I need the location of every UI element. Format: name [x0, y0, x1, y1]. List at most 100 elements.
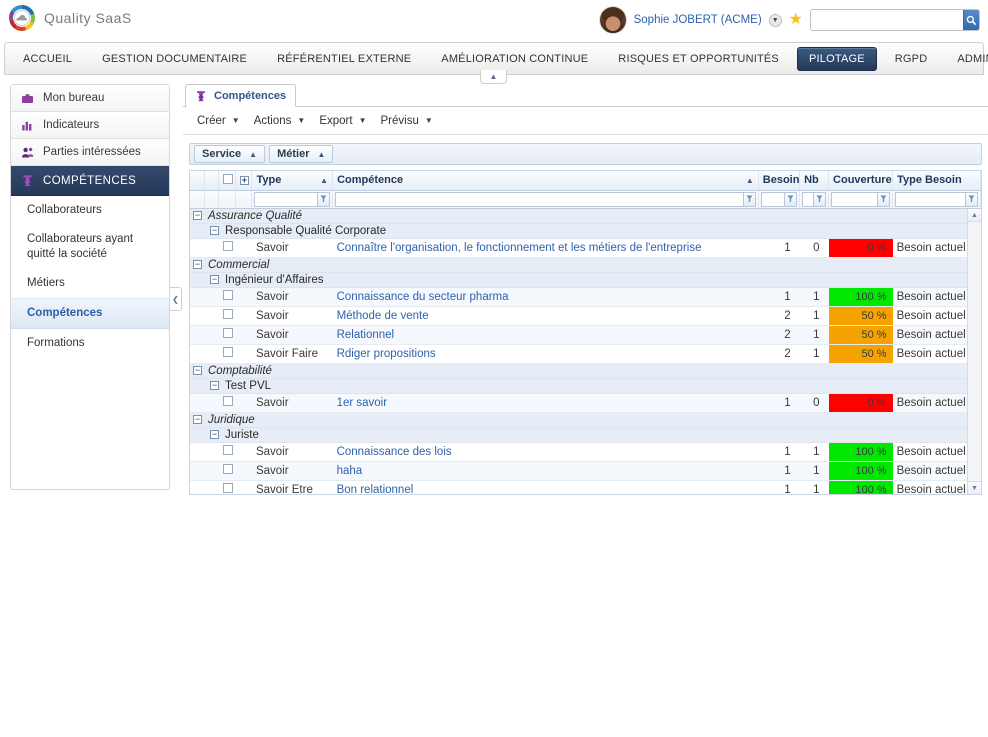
table-row[interactable]: Savoir Faire Rdiger propositions 2 1 50 % Bes…: [190, 344, 981, 364]
previsu-menu-button[interactable]: Prévisu ▼: [375, 112, 439, 130]
user-name[interactable]: Sophie JOBERT (ACME): [634, 14, 762, 26]
table-row[interactable]: Savoir Connaître l'organisation, le fonct…: [190, 238, 981, 258]
scroll-up-arrow-icon[interactable]: ▲: [968, 209, 981, 222]
collapse-group-icon[interactable]: −: [210, 381, 219, 390]
competence-link[interactable]: Bon relationnel: [337, 484, 414, 495]
checkbox-icon[interactable]: [222, 241, 233, 251]
table-row[interactable]: Savoir Etre Bon relationnel 1 1 100 % Besoin …: [190, 480, 981, 495]
competence-link[interactable]: Connaissance du secteur pharma: [337, 291, 509, 303]
row-select-cell[interactable]: [218, 238, 236, 258]
grid-group-row[interactable]: − Assurance Qualité: [190, 208, 981, 224]
collapse-group-icon[interactable]: −: [193, 260, 202, 269]
group-chip-service[interactable]: Service ▲: [194, 145, 266, 163]
row-select-cell[interactable]: [218, 306, 236, 326]
row-select-cell[interactable]: [218, 480, 236, 494]
checkbox-icon[interactable]: [222, 347, 233, 357]
checkbox-icon[interactable]: [222, 328, 233, 338]
nav-item-gestion-documentaire[interactable]: GESTION DOCUMENTAIRE: [90, 47, 259, 71]
chevron-down-icon[interactable]: ▼: [768, 13, 782, 27]
grid-header-couverture[interactable]: Couverture: [828, 171, 894, 191]
sidebar-item-collaborateurs[interactable]: Collaborateurs: [11, 196, 169, 225]
filter-funnel-icon[interactable]: [742, 191, 756, 207]
grid-header-type[interactable]: Type ▲: [251, 171, 334, 191]
grid-group-row[interactable]: − Test PVL: [190, 378, 981, 394]
filter-funnel-icon[interactable]: [877, 191, 891, 207]
sidebar-item-metiers[interactable]: Métiers: [11, 269, 169, 298]
sidebar-item-indicateurs[interactable]: Indicateurs: [11, 112, 169, 139]
checkbox-icon[interactable]: [222, 483, 233, 493]
brand[interactable]: Quality SaaS: [8, 4, 132, 32]
grid-group-row[interactable]: − Comptabilité: [190, 363, 981, 379]
filter-input-competence[interactable]: [335, 191, 743, 207]
grid-group-row[interactable]: − Juriste: [190, 427, 981, 443]
checkbox-icon[interactable]: [222, 445, 233, 455]
grid-group-row[interactable]: − Responsable Qualité Corporate: [190, 223, 981, 239]
filter-input-type[interactable]: [254, 191, 318, 207]
chevron-up-icon[interactable]: ▲: [480, 70, 507, 84]
grid-group-row[interactable]: − Commercial: [190, 257, 981, 273]
grid-header-nb[interactable]: Nb: [799, 171, 830, 191]
sidebar-item-formations[interactable]: Formations: [11, 329, 169, 358]
table-row[interactable]: Savoir Méthode de vente 2 1 50 % Besoin actue…: [190, 306, 981, 326]
competence-link[interactable]: Connaissance des lois: [337, 446, 452, 458]
avatar[interactable]: [598, 6, 627, 34]
competence-link[interactable]: Connaître l'organisation, le fonctionnem…: [337, 242, 702, 254]
filter-input-besoin[interactable]: [760, 191, 785, 207]
collapse-group-icon[interactable]: −: [193, 415, 202, 424]
filter-funnel-icon[interactable]: [965, 191, 978, 207]
grid-group-row[interactable]: − Ingénieur d'Affaires: [190, 272, 981, 288]
nav-item-amelioration-continue[interactable]: AMÉLIORATION CONTINUE: [429, 47, 600, 71]
filter-input-type-besoin[interactable]: [895, 191, 965, 207]
grid-header-select-all[interactable]: [218, 171, 236, 191]
table-row[interactable]: Savoir haha 1 1 100 % Besoin actuel: [190, 461, 981, 481]
nav-item-administration[interactable]: ADMINISTRATION: [945, 47, 988, 71]
filter-input-couverture[interactable]: [831, 191, 878, 207]
row-select-cell[interactable]: [218, 461, 236, 481]
grid-group-row[interactable]: − Juridique: [190, 412, 981, 428]
nav-item-accueil[interactable]: ACCUEIL: [11, 47, 84, 71]
table-row[interactable]: Savoir 1er savoir 1 0 0 % Besoin actuel: [190, 393, 981, 413]
table-row[interactable]: Savoir Relationnel 2 1 50 % Besoin actuel: [190, 325, 981, 345]
checkbox-icon[interactable]: [222, 396, 233, 406]
collapse-group-icon[interactable]: −: [193, 366, 202, 375]
filter-input-nb[interactable]: [802, 191, 814, 207]
search-input[interactable]: [811, 10, 963, 30]
competence-link[interactable]: Relationnel: [337, 329, 395, 341]
row-select-cell[interactable]: [218, 344, 236, 364]
expand-all-icon[interactable]: +: [239, 176, 249, 186]
checkbox-icon[interactable]: [223, 173, 234, 184]
collapse-group-icon[interactable]: −: [193, 211, 202, 220]
filter-funnel-icon[interactable]: [317, 191, 331, 207]
search-icon[interactable]: [963, 10, 979, 30]
collapse-group-icon[interactable]: −: [210, 275, 219, 284]
checkbox-icon[interactable]: [222, 464, 233, 474]
collapse-group-icon[interactable]: −: [210, 226, 219, 235]
checkbox-icon[interactable]: [222, 309, 233, 319]
competence-link[interactable]: Méthode de vente: [337, 310, 429, 322]
filter-funnel-icon[interactable]: [813, 191, 827, 207]
creer-menu-button[interactable]: Créer ▼: [191, 112, 246, 130]
nav-item-rgpd[interactable]: RGPD: [883, 47, 940, 71]
checkbox-icon[interactable]: [222, 290, 233, 300]
sidebar-section-competences[interactable]: COMPÉTENCES: [11, 166, 169, 196]
nav-item-pilotage[interactable]: PILOTAGE: [796, 46, 877, 71]
row-select-cell[interactable]: [218, 287, 236, 307]
export-menu-button[interactable]: Export ▼: [313, 112, 372, 130]
sidebar-item-competences[interactable]: Compétences: [11, 297, 169, 329]
competence-link[interactable]: Rdiger propositions: [337, 348, 436, 360]
collapse-group-icon[interactable]: −: [210, 430, 219, 439]
actions-menu-button[interactable]: Actions ▼: [248, 112, 312, 130]
grid-header-competence[interactable]: Compétence ▲: [332, 171, 759, 191]
grid-vertical-scrollbar[interactable]: ▲ ▼: [967, 209, 981, 494]
row-select-cell[interactable]: [218, 442, 236, 462]
grid-header-besoin[interactable]: Besoin: [758, 171, 801, 191]
sidebar-item-parties-interessees[interactable]: Parties intéressées: [11, 139, 169, 166]
nav-item-risques-opportunites[interactable]: RISQUES ET OPPORTUNITÉS: [606, 47, 791, 71]
grid-header-expand-all[interactable]: +: [235, 171, 253, 191]
table-row[interactable]: Savoir Connaissance du secteur pharma 1 1 10…: [190, 287, 981, 307]
table-row[interactable]: Savoir Connaissance des lois 1 1 100 % Besoin…: [190, 442, 981, 462]
star-icon[interactable]: ★: [789, 12, 803, 28]
tab-competences[interactable]: Compétences: [185, 84, 297, 107]
nav-item-referentiel-externe[interactable]: RÉFÉRENTIEL EXTERNE: [265, 47, 423, 71]
competence-link[interactable]: 1er savoir: [337, 397, 388, 409]
